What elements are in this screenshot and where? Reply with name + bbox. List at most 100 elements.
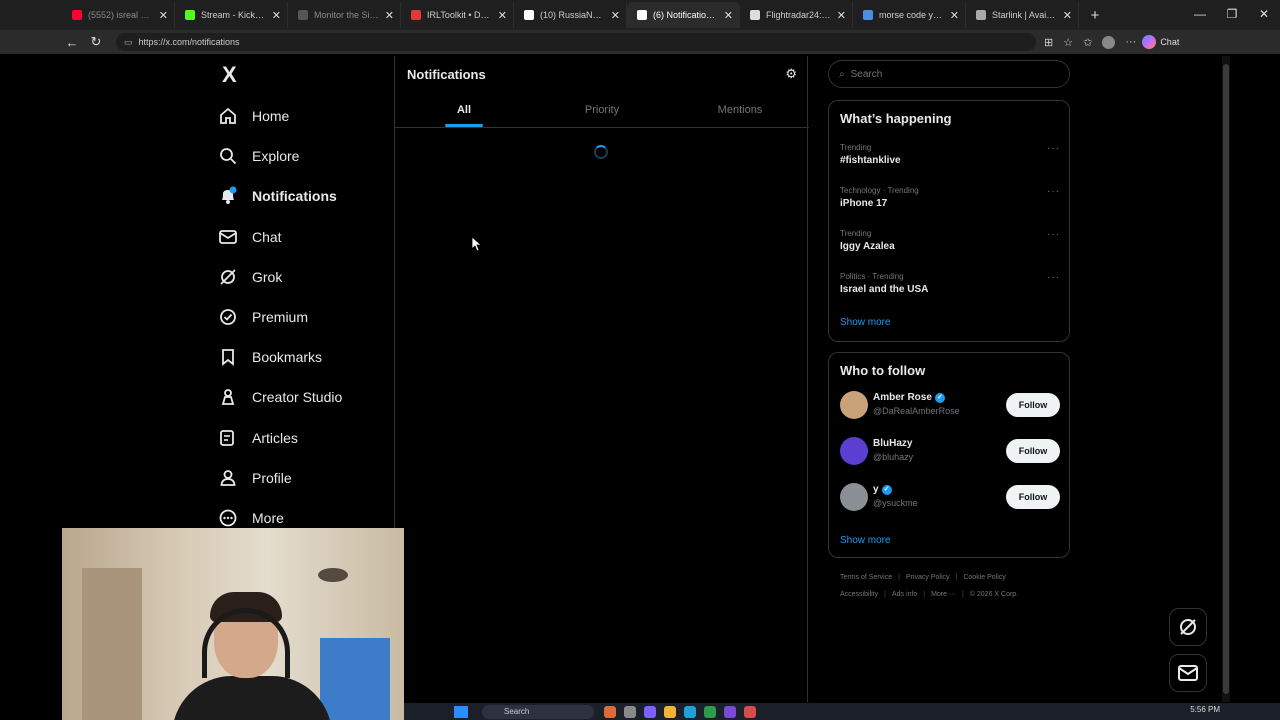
nav-item-notifications[interactable]: Notifications bbox=[218, 182, 337, 210]
follow-show-more[interactable]: Show more bbox=[840, 535, 891, 546]
browser-tab[interactable]: IRLToolkit • Dashbo ✕ bbox=[401, 2, 514, 28]
minimize-icon[interactable]: — bbox=[1184, 0, 1216, 30]
windows-start-icon[interactable] bbox=[454, 706, 468, 718]
avatar[interactable] bbox=[840, 483, 868, 511]
trend-item[interactable]: Politics · Trending Israel and the USA ··· bbox=[840, 272, 1060, 295]
copilot-chat-button[interactable]: Chat bbox=[1142, 35, 1179, 49]
tab-mentions[interactable]: Mentions bbox=[671, 96, 809, 127]
nav-item-grok[interactable]: Grok bbox=[218, 263, 282, 291]
trend-context: Politics · Trending bbox=[840, 272, 904, 281]
trends-show-more[interactable]: Show more bbox=[840, 317, 891, 328]
nav-item-articles[interactable]: Articles bbox=[218, 424, 298, 452]
footer-link[interactable]: Terms of Service bbox=[840, 574, 892, 581]
taskbar-app-icon[interactable] bbox=[664, 706, 676, 718]
more-options-icon[interactable]: ··· bbox=[1047, 143, 1060, 154]
taskbar-search[interactable]: Search bbox=[482, 705, 594, 719]
tab-priority[interactable]: Priority bbox=[533, 96, 671, 127]
close-tab-icon[interactable]: ✕ bbox=[950, 9, 959, 22]
follow-button[interactable]: Follow bbox=[1006, 485, 1060, 509]
favorites-bar-icon[interactable]: ✩ bbox=[1083, 36, 1092, 49]
webcam-body bbox=[172, 676, 332, 720]
nav-item-chat[interactable]: Chat bbox=[218, 223, 282, 251]
footer-link[interactable]: Accessibility bbox=[840, 591, 878, 598]
taskbar-app-icon[interactable] bbox=[744, 706, 756, 718]
restore-icon[interactable]: ❐ bbox=[1216, 0, 1248, 30]
back-icon[interactable]: ← bbox=[60, 35, 84, 50]
footer-separator: | bbox=[961, 591, 964, 598]
footer-link[interactable]: Privacy Policy bbox=[906, 574, 950, 581]
taskbar-app-icon[interactable] bbox=[704, 706, 716, 718]
tab-title: (6) Notifications / X bbox=[653, 10, 718, 20]
taskbar-app-icon[interactable] bbox=[724, 706, 736, 718]
nav-item-explore[interactable]: Explore bbox=[218, 142, 299, 170]
footer-link[interactable]: More ··· bbox=[931, 591, 956, 598]
close-tab-icon[interactable]: ✕ bbox=[837, 9, 846, 22]
tab-all[interactable]: All bbox=[395, 96, 533, 127]
home-icon bbox=[218, 106, 238, 126]
browser-tab[interactable]: (10) RussiaNews ru ✕ bbox=[514, 2, 627, 28]
user-name-row: y ✓ bbox=[873, 484, 892, 495]
trend-item[interactable]: Trending Iggy Azalea ··· bbox=[840, 229, 1060, 252]
search-box[interactable]: ⌕ bbox=[828, 60, 1070, 88]
browser-tab[interactable]: Monitor the Situatio ✕ bbox=[288, 2, 401, 28]
follow-button[interactable]: Follow bbox=[1006, 393, 1060, 417]
footer-link[interactable]: © 2026 X Corp. bbox=[970, 591, 1018, 598]
browser-tab[interactable]: Stream - Kick Dashb ✕ bbox=[175, 2, 288, 28]
new-tab-button[interactable]: + bbox=[1083, 7, 1107, 24]
close-tab-icon[interactable]: ✕ bbox=[272, 9, 281, 22]
grok-icon bbox=[1180, 619, 1196, 635]
more-options-icon[interactable]: ··· bbox=[1047, 272, 1060, 283]
nav-item-bookmarks[interactable]: Bookmarks bbox=[218, 343, 322, 371]
footer-link[interactable]: Ads info bbox=[892, 591, 917, 598]
browser-tab[interactable]: Starlink | Availability ✕ bbox=[966, 2, 1079, 28]
profile-avatar[interactable] bbox=[1102, 35, 1116, 49]
reload-icon[interactable]: ↻ bbox=[84, 34, 108, 50]
more-options-icon[interactable]: ··· bbox=[1047, 229, 1060, 240]
extensions-icon[interactable]: ⊞ bbox=[1044, 36, 1053, 49]
page-scrollbar[interactable] bbox=[1222, 56, 1230, 702]
x-logo[interactable]: X bbox=[222, 62, 237, 88]
close-tab-icon[interactable]: ✕ bbox=[611, 9, 620, 22]
close-tab-icon[interactable]: ✕ bbox=[724, 9, 733, 22]
taskbar-app-icon[interactable] bbox=[604, 706, 616, 718]
follow-button[interactable]: Follow bbox=[1006, 439, 1060, 463]
trend-item[interactable]: Technology · Trending iPhone 17 ··· bbox=[840, 186, 1060, 209]
close-tab-icon[interactable]: ✕ bbox=[1063, 9, 1072, 22]
taskbar-app-icon[interactable] bbox=[684, 706, 696, 718]
follow-suggestion[interactable]: Amber Rose ✓ @DaRealAmberRose Follow bbox=[840, 389, 1060, 421]
search-input[interactable] bbox=[850, 68, 1051, 80]
articles-icon bbox=[218, 428, 238, 448]
taskbar-app-icon[interactable] bbox=[644, 706, 656, 718]
taskbar-app-icon[interactable] bbox=[624, 706, 636, 718]
menu-icon[interactable]: ··· bbox=[1125, 36, 1136, 48]
avatar[interactable] bbox=[840, 391, 868, 419]
nav-item-home[interactable]: Home bbox=[218, 102, 289, 130]
nav-item-premium[interactable]: Premium bbox=[218, 303, 308, 331]
tab-title: Starlink | Availability bbox=[992, 10, 1057, 20]
site-info-icon[interactable]: ▭ bbox=[124, 37, 133, 48]
url-text: https://x.com/notifications bbox=[138, 37, 240, 47]
grok-fab[interactable] bbox=[1169, 608, 1207, 646]
browser-tab[interactable]: morse code yes - Se ✕ bbox=[853, 2, 966, 28]
nav-item-profile[interactable]: Profile bbox=[218, 464, 292, 492]
browser-tab[interactable]: (5552) isreal war fo ✕ bbox=[62, 2, 175, 28]
footer-link[interactable]: Cookie Policy bbox=[963, 574, 1005, 581]
follow-suggestion[interactable]: y ✓ @ysuckme Follow bbox=[840, 481, 1060, 513]
close-tab-icon[interactable]: ✕ bbox=[159, 9, 168, 22]
close-tab-icon[interactable]: ✕ bbox=[498, 9, 507, 22]
browser-tab[interactable]: Flightradar24: Live F ✕ bbox=[740, 2, 853, 28]
favorite-icon[interactable]: ☆ bbox=[1063, 36, 1073, 49]
close-window-icon[interactable]: ✕ bbox=[1248, 0, 1280, 30]
nav-item-label: Chat bbox=[252, 228, 282, 245]
follow-suggestion[interactable]: BluHazy @bluhazy Follow bbox=[840, 435, 1060, 467]
avatar[interactable] bbox=[840, 437, 868, 465]
messages-fab[interactable] bbox=[1169, 654, 1207, 692]
nav-item-creator[interactable]: Creator Studio bbox=[218, 383, 342, 411]
gear-icon[interactable]: ⚙ bbox=[785, 66, 797, 82]
browser-tab[interactable]: (6) Notifications / X ✕ bbox=[627, 2, 740, 28]
url-field[interactable]: ▭ https://x.com/notifications bbox=[116, 33, 1036, 51]
more-options-icon[interactable]: ··· bbox=[1047, 186, 1060, 197]
trend-item[interactable]: Trending #fishtanklive ··· bbox=[840, 143, 1060, 166]
scrollbar-thumb[interactable] bbox=[1223, 64, 1229, 694]
close-tab-icon[interactable]: ✕ bbox=[385, 9, 394, 22]
